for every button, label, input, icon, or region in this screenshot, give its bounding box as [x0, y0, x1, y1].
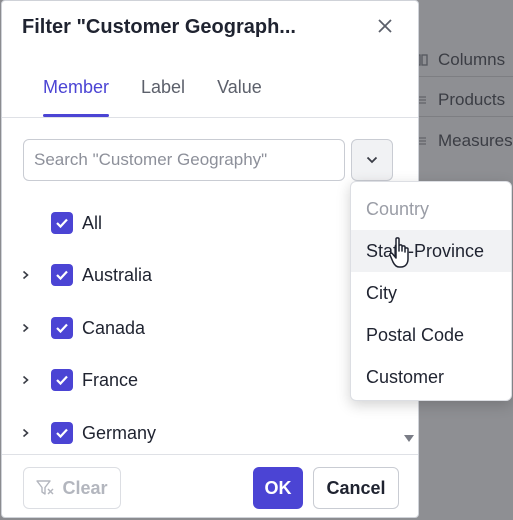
bg-columns-label: Columns	[438, 50, 506, 69]
bg-products-row: Products	[414, 85, 505, 115]
chevron-right-icon	[22, 270, 29, 280]
tabs-divider	[2, 117, 418, 118]
tab-label[interactable]: Label	[141, 71, 185, 117]
checkbox-canada[interactable]	[51, 317, 73, 339]
menu-item-postal-code[interactable]: Postal Code	[351, 314, 511, 356]
checkbox-germany[interactable]	[51, 422, 73, 444]
checkmark-icon	[56, 218, 68, 229]
bg-columns-row: Columns	[414, 45, 505, 75]
hand-cursor-icon	[389, 237, 409, 268]
checkmark-icon	[56, 270, 68, 281]
checkbox-australia[interactable]	[51, 264, 73, 286]
search-input[interactable]	[34, 150, 334, 170]
expand-button[interactable]	[16, 371, 34, 389]
expand-button[interactable]	[16, 424, 34, 442]
scroll-down-button[interactable]	[403, 431, 415, 442]
chevron-right-icon	[22, 428, 29, 438]
list-item-canada: Canada	[2, 302, 402, 354]
bg-measures-label: Measures	[438, 131, 513, 150]
clear-button[interactable]: Clear	[23, 467, 121, 509]
close-button[interactable]	[372, 13, 398, 39]
list-item-label: Australia	[82, 264, 153, 285]
tab-member[interactable]: Member	[43, 71, 110, 117]
triangle-down-icon	[404, 435, 414, 442]
list-item-label: France	[82, 369, 139, 390]
expand-button[interactable]	[16, 319, 34, 337]
bg-measures-row: Measures	[414, 126, 513, 156]
list-item-label: Canada	[82, 317, 146, 338]
chevron-right-icon	[22, 375, 29, 385]
filter-tabs: Member Label Value	[22, 71, 294, 117]
checkmark-icon	[56, 323, 68, 334]
list-item-germany: Germany	[2, 407, 402, 453]
checkmark-icon	[56, 428, 68, 439]
list-item-all: All	[2, 197, 402, 249]
expand-button[interactable]	[16, 266, 34, 284]
dialog-title: Filter "Customer Geograph...	[22, 16, 296, 38]
level-dropdown-button[interactable]	[351, 139, 393, 181]
clear-filter-icon	[36, 480, 54, 495]
bg-products-label: Products	[438, 90, 506, 109]
list-item-australia: Australia	[2, 249, 402, 301]
cancel-button[interactable]: Cancel	[313, 467, 399, 509]
clear-button-label: Clear	[62, 477, 108, 498]
list-item-label: All	[82, 212, 103, 233]
menu-item-city[interactable]: City	[351, 272, 511, 314]
search-box	[23, 139, 345, 181]
checkbox-france[interactable]	[51, 369, 73, 391]
tab-value[interactable]: Value	[217, 71, 262, 117]
ok-button[interactable]: OK	[253, 467, 303, 509]
checkmark-icon	[56, 375, 68, 386]
menu-item-country: Country	[366, 198, 430, 219]
menu-item-state-province[interactable]: State-Province	[351, 230, 511, 272]
footer-divider	[2, 454, 418, 455]
list-item-france: France	[2, 354, 402, 406]
close-icon	[378, 19, 392, 33]
chevron-down-icon	[366, 156, 378, 164]
level-menu: Country State-Province City Postal Code …	[350, 181, 512, 401]
list-item-label: Germany	[82, 422, 157, 443]
checkbox-all[interactable]	[51, 212, 73, 234]
chevron-right-icon	[22, 323, 29, 333]
menu-item-customer[interactable]: Customer	[351, 356, 511, 398]
